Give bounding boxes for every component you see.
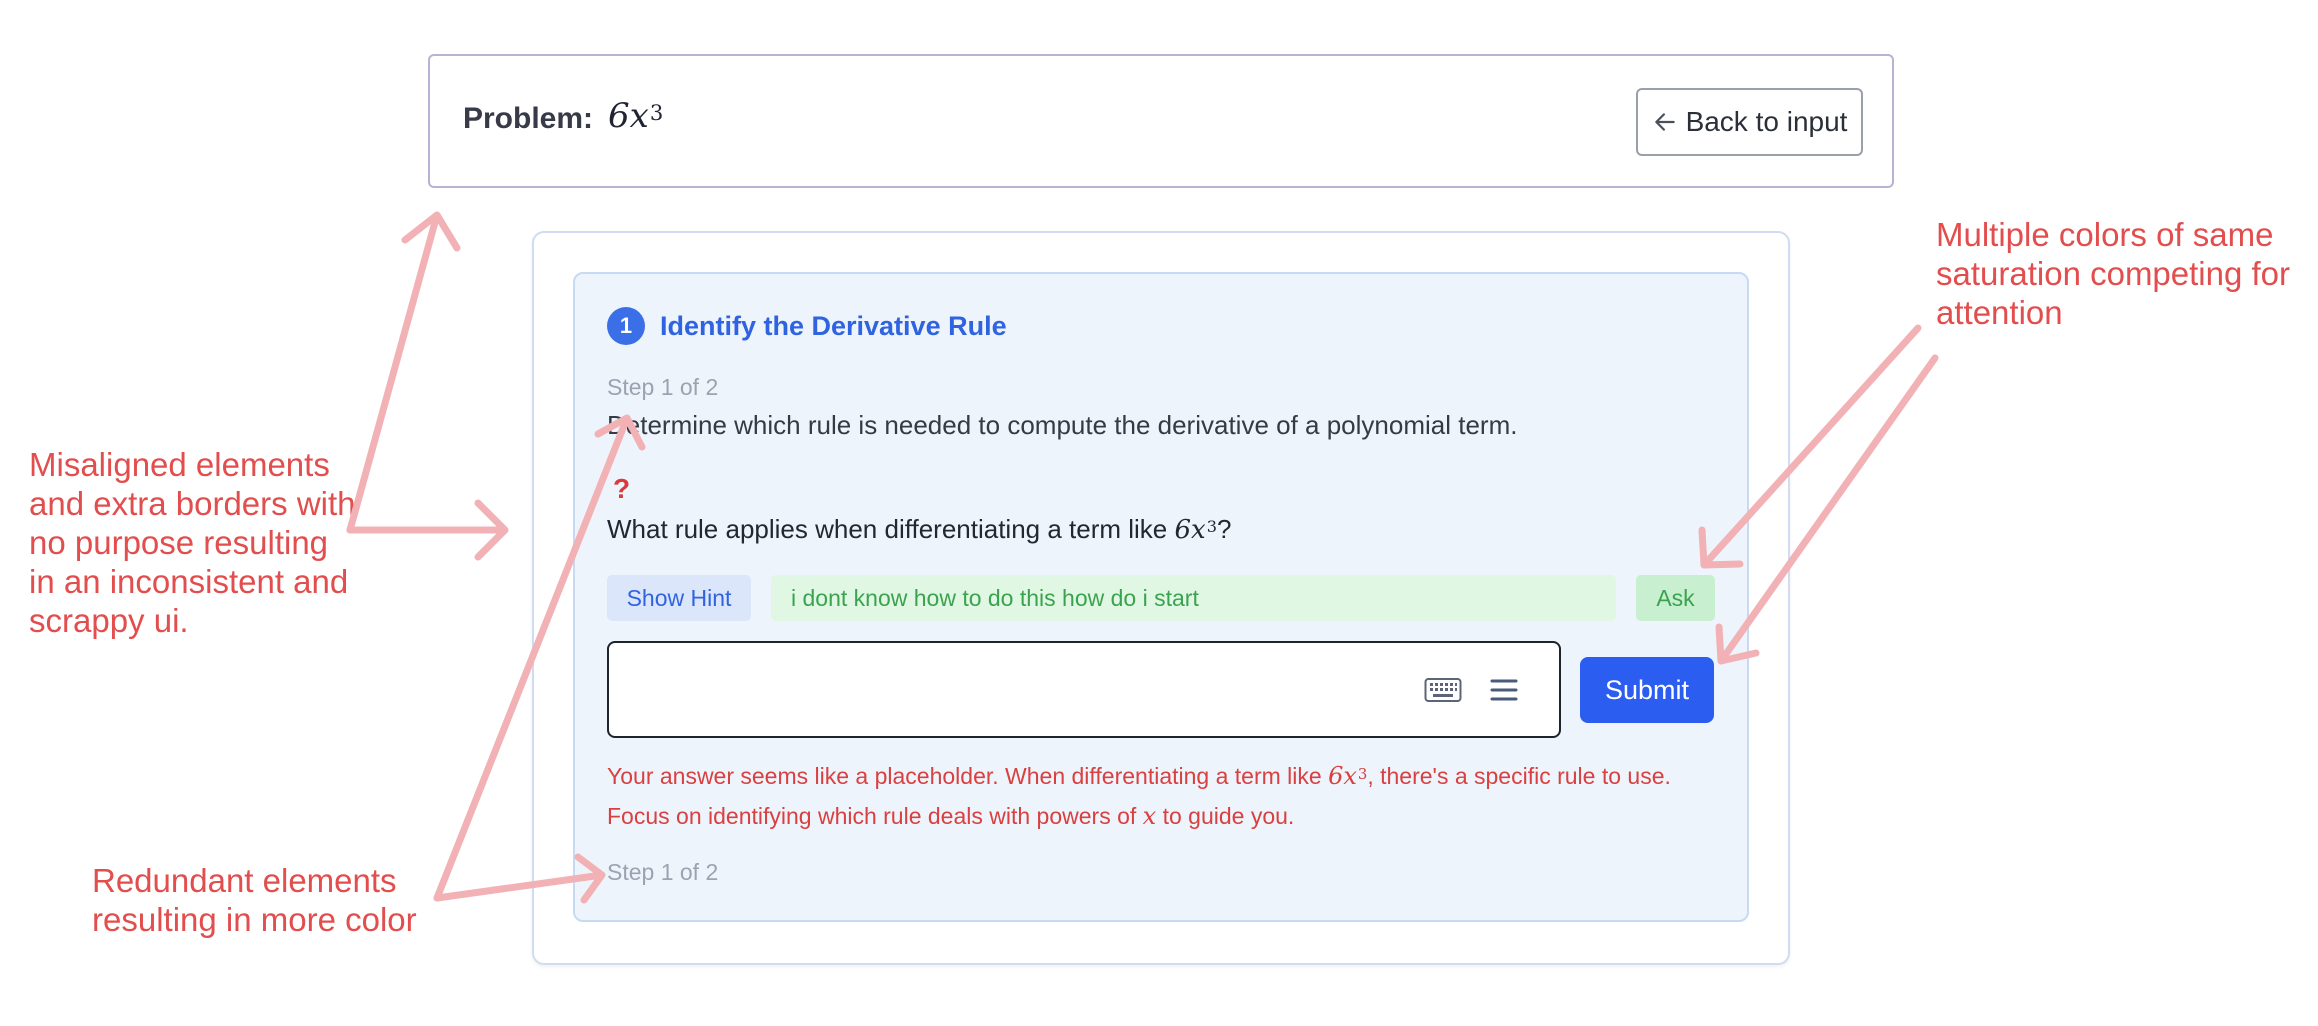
feedback-message: Your answer seems like a placeholder. Wh… <box>607 758 1727 835</box>
back-to-input-label: Back to input <box>1685 106 1848 137</box>
problem-header-card: Problem: 6x3 Back to input <box>428 54 1894 188</box>
arrow-to-step-container <box>346 499 509 561</box>
feedback-line-1: Your answer seems like a placeholder. Wh… <box>607 762 1671 790</box>
ask-button[interactable]: Ask <box>1636 575 1715 621</box>
step-number-badge: 1 <box>607 307 645 345</box>
question-mark-icon: ? <box>613 473 631 504</box>
answer-input[interactable] <box>607 641 1561 738</box>
submit-button[interactable]: Submit <box>1580 657 1714 723</box>
step-title: Identify the Derivative Rule <box>660 311 1007 341</box>
step-progress-top: Step 1 of 2 <box>607 374 719 400</box>
feedback-line-2: Focus on identifying which rule deals wi… <box>607 802 1295 830</box>
annotation-colors: Multiple colors of same saturation compe… <box>1936 216 2291 331</box>
back-to-input-button[interactable]: Back to input <box>1636 88 1863 156</box>
keyboard-icon[interactable] <box>1424 675 1462 705</box>
problem-expression: 6x3 <box>608 96 664 136</box>
problem-label: Problem: <box>463 102 594 135</box>
annotation-misaligned: Misaligned elements and extra borders wi… <box>29 446 356 639</box>
arrow-to-problem-card <box>346 211 461 534</box>
step-question: What rule applies when differentiating a… <box>607 514 1232 545</box>
step-progress-bottom: Step 1 of 2 <box>607 859 719 885</box>
arrow-left-icon <box>1654 113 1675 131</box>
annotation-redundant: Redundant elements resulting in more col… <box>92 862 417 938</box>
step-description: Determine which rule is needed to comput… <box>607 410 1518 440</box>
show-hint-button[interactable]: Show Hint <box>607 575 751 621</box>
ask-question-input[interactable]: i dont know how to do this how do i star… <box>771 575 1616 621</box>
menu-icon[interactable] <box>1489 676 1519 704</box>
